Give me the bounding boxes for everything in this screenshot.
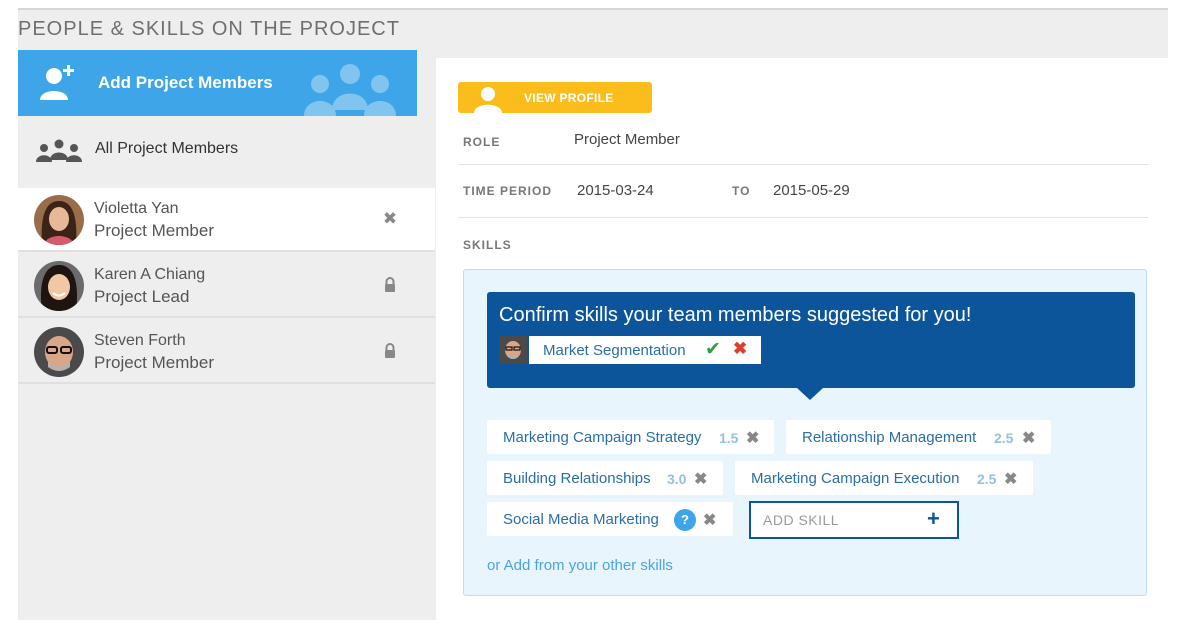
group-icon — [36, 139, 82, 162]
lock-icon — [385, 277, 395, 292]
member-item-steven-forth[interactable]: Steven Forth Project Member — [18, 320, 435, 384]
remove-skill-icon[interactable]: ✖ — [1004, 469, 1017, 489]
add-project-members-label: Add Project Members — [98, 73, 273, 92]
divider — [458, 217, 1148, 218]
member-role: Project Member — [94, 353, 214, 372]
skill-tag: Marketing Campaign Execution 2.5 ✖ — [735, 461, 1033, 495]
member-item-violetta-yan[interactable]: Violetta Yan Project Member ✖ — [18, 188, 435, 252]
avatar — [34, 195, 84, 245]
skill-name: Relationship Management — [802, 429, 977, 446]
divider — [458, 164, 1148, 165]
skill-score: 2.5 — [977, 471, 997, 487]
add-skill-input[interactable] — [763, 509, 913, 531]
skill-name: Marketing Campaign Execution — [751, 470, 960, 487]
suggested-skill-name: Market Segmentation — [543, 342, 686, 359]
page-title: PEOPLE & SKILLS ON THE PROJECT — [18, 18, 400, 40]
remove-skill-icon[interactable]: ✖ — [746, 428, 759, 448]
time-period-label: TIME PERIOD — [463, 184, 553, 198]
members-panel: Add Project Members All Project Members … — [18, 50, 435, 390]
add-from-other-skills-link[interactable]: or Add from your other skills — [487, 557, 673, 574]
avatar — [499, 336, 527, 364]
remove-skill-icon[interactable]: ✖ — [694, 469, 707, 489]
skill-score: 1.5 — [719, 430, 739, 446]
suggestion-heading: Confirm skills your team members suggest… — [499, 304, 972, 326]
suggested-skills-banner: Confirm skills your team members suggest… — [487, 292, 1135, 400]
member-name: Karen A Chiang — [94, 266, 206, 283]
help-icon[interactable]: ? — [674, 509, 696, 531]
remove-skill-icon[interactable]: ✖ — [703, 510, 716, 530]
to-label: TO — [732, 184, 751, 198]
skill-name: Marketing Campaign Strategy — [503, 429, 702, 446]
add-skill-field: + — [749, 501, 959, 539]
people-group-icon — [304, 64, 396, 116]
member-item-karen-a-chiang[interactable]: Karen A Chiang Project Lead — [18, 254, 435, 318]
skills-label: SKILLS — [463, 238, 512, 252]
start-date[interactable]: 2015-03-24 — [577, 182, 654, 199]
close-icon[interactable]: ✖ — [382, 210, 398, 228]
avatar — [34, 261, 84, 311]
member-role: Project Lead — [94, 287, 190, 306]
role-label: ROLE — [463, 135, 501, 149]
banner-pointer — [797, 388, 823, 400]
view-profile-button[interactable]: VIEW PROFILE — [458, 82, 652, 113]
role-value: Project Member — [574, 131, 680, 148]
avatar — [34, 327, 84, 377]
skill-name: Building Relationships — [503, 470, 651, 487]
member-detail-panel: VIEW PROFILE ROLE Project Member TIME PE… — [436, 58, 1168, 620]
skill-name: Social Media Marketing — [503, 511, 659, 528]
all-project-members-label: All Project Members — [95, 140, 239, 157]
member-name: Violetta Yan — [94, 200, 179, 217]
skill-score: 2.5 — [994, 430, 1014, 446]
check-icon[interactable]: ✔ — [705, 338, 721, 361]
skill-tag: Social Media Marketing ? ✖ — [487, 502, 733, 536]
reject-icon[interactable]: ✖ — [733, 339, 747, 359]
member-name: Steven Forth — [94, 332, 186, 349]
skill-score: 3.0 — [667, 471, 687, 487]
skills-container: Confirm skills your team members suggest… — [463, 269, 1147, 596]
add-user-icon — [40, 65, 74, 100]
remove-skill-icon[interactable]: ✖ — [1022, 428, 1035, 448]
skill-tag: Building Relationships 3.0 ✖ — [487, 461, 723, 495]
member-role: Project Member — [94, 221, 214, 240]
add-skill-plus-icon[interactable]: + — [927, 506, 940, 532]
lock-icon — [385, 343, 395, 358]
skill-tag: Relationship Management 2.5 ✖ — [786, 420, 1051, 454]
skill-tag: Marketing Campaign Strategy 1.5 ✖ — [487, 420, 774, 454]
end-date[interactable]: 2015-05-29 — [773, 182, 850, 199]
view-profile-label: VIEW PROFILE — [524, 91, 614, 105]
add-project-members-button[interactable]: Add Project Members — [18, 50, 417, 116]
user-icon — [474, 87, 502, 113]
all-project-members-item[interactable]: All Project Members — [18, 116, 435, 180]
suggested-skill-chip: Market Segmentation ✔ ✖ — [529, 336, 761, 364]
